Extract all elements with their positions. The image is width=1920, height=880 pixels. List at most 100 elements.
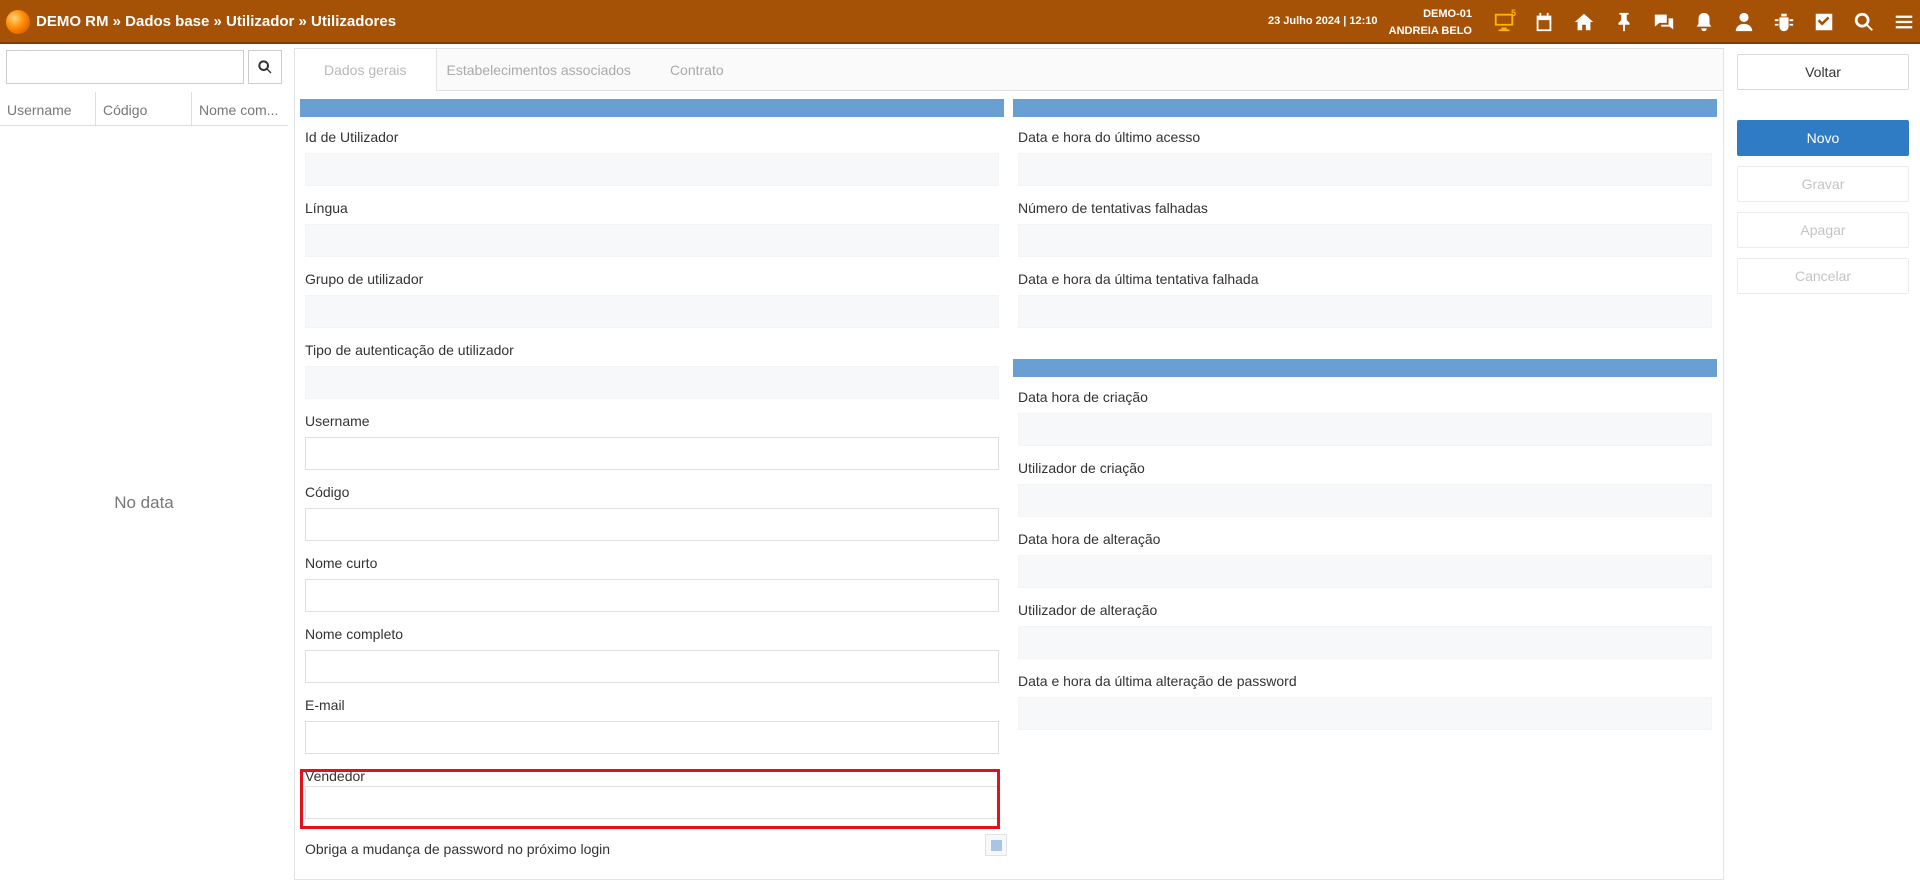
tab-estabelecimentos-associados[interactable]: Estabelecimentos associados <box>437 49 641 91</box>
toolbar-icons: 5 <box>1484 0 1920 44</box>
column-header-nome-completo[interactable]: Nome com... <box>192 92 288 126</box>
list-panel: Username Código Nome com... No data <box>0 48 290 880</box>
field-data-criacao: Data hora de criação <box>1013 377 1717 448</box>
section-header-bar <box>1013 359 1717 377</box>
field-vendedor: Vendedor <box>300 756 1004 827</box>
date-time: 23 Julho 2024 | 12:10 <box>1268 15 1378 27</box>
field-label: Data hora de alteração <box>1018 531 1161 547</box>
last-failed-attempt-field <box>1018 295 1712 328</box>
list-column-headers: Username Código Nome com... <box>0 92 288 126</box>
user-name: ANDREIA BELO <box>1388 25 1472 37</box>
created-at-field <box>1018 413 1712 446</box>
force-password-change-checkbox[interactable] <box>985 834 1007 856</box>
back-button[interactable]: Voltar <box>1737 54 1909 90</box>
section-header-bar <box>300 99 1004 117</box>
calendar-icon[interactable] <box>1524 0 1564 44</box>
field-tipo-autenticacao: Tipo de autenticação de utilizador <box>300 330 1004 401</box>
auth-type-field <box>305 366 999 399</box>
field-ultimo-acesso: Data e hora do último acesso <box>1013 117 1717 188</box>
force-password-change-label: Obriga a mudança de password no próximo … <box>305 841 611 857</box>
field-tentativas-falhadas: Número de tentativas falhadas <box>1013 188 1717 259</box>
section-header-bar <box>1013 99 1717 117</box>
pin-icon[interactable] <box>1604 0 1644 44</box>
field-nome-completo: Nome completo <box>300 614 1004 685</box>
new-button[interactable]: Novo <box>1737 120 1909 156</box>
updated-by-field <box>1018 626 1712 659</box>
form-tabs: Dados gerais Estabelecimentos associados… <box>295 49 1723 91</box>
language-field <box>305 224 999 257</box>
search-icon <box>258 60 272 74</box>
app-logo-icon[interactable] <box>6 10 30 34</box>
field-label: Código <box>305 484 350 500</box>
save-button[interactable]: Gravar <box>1737 166 1909 202</box>
field-data-alteracao: Data hora de alteração <box>1013 519 1717 590</box>
breadcrumb: DEMO RM » Dados base » Utilizador » Util… <box>36 13 397 30</box>
field-grupo-utilizador: Grupo de utilizador <box>300 259 1004 330</box>
field-label: Utilizador de criação <box>1018 460 1145 476</box>
check-square-icon[interactable] <box>1804 0 1844 44</box>
field-utilizador-alteracao: Utilizador de alteração <box>1013 590 1717 661</box>
user-id-field <box>305 153 999 186</box>
tab-dados-gerais[interactable]: Dados gerais <box>295 49 437 91</box>
field-label: Tipo de autenticação de utilizador <box>305 342 514 358</box>
list-search-input[interactable] <box>6 50 244 84</box>
field-label: Data hora de criação <box>1018 389 1148 405</box>
field-label: Data e hora do último acesso <box>1018 129 1201 145</box>
audit-fields-column: Data e hora do último acesso Número de t… <box>1013 99 1717 732</box>
general-fields-column: Id de Utilizador Língua Grupo de utiliza… <box>300 99 1004 827</box>
bell-icon[interactable] <box>1684 0 1724 44</box>
created-by-field <box>1018 484 1712 517</box>
username-input[interactable] <box>305 437 999 470</box>
column-header-username[interactable]: Username <box>0 92 96 126</box>
tab-contrato[interactable]: Contrato <box>641 49 753 91</box>
list-search-button[interactable] <box>248 50 282 84</box>
field-label: Data e hora da última alteração de passw… <box>1018 673 1297 689</box>
field-label: Data e hora da última tentativa falhada <box>1018 271 1259 287</box>
chat-icon[interactable] <box>1644 0 1684 44</box>
monitor-badge: 5 <box>1511 8 1517 18</box>
monitor-icon[interactable]: 5 <box>1484 0 1524 44</box>
action-panel: Voltar Novo Gravar Apagar Cancelar <box>1737 54 1909 294</box>
menu-icon[interactable] <box>1884 0 1920 44</box>
column-header-codigo[interactable]: Código <box>96 92 192 126</box>
salesperson-input[interactable] <box>305 786 999 819</box>
full-name-input[interactable] <box>305 650 999 683</box>
field-label: Username <box>305 413 370 429</box>
field-label: Língua <box>305 200 348 216</box>
field-ultima-tentativa-falhada: Data e hora da última tentativa falhada <box>1013 259 1717 330</box>
field-label: Grupo de utilizador <box>305 271 424 287</box>
short-name-input[interactable] <box>305 579 999 612</box>
delete-button[interactable]: Apagar <box>1737 212 1909 248</box>
field-username: Username <box>300 401 1004 472</box>
force-password-change-row: Obriga a mudança de password no próximo … <box>305 834 1007 863</box>
updated-at-field <box>1018 555 1712 588</box>
field-codigo: Código <box>300 472 1004 543</box>
search-icon[interactable] <box>1844 0 1884 44</box>
user-icon[interactable] <box>1724 0 1764 44</box>
field-lingua: Língua <box>300 188 1004 259</box>
field-label: Vendedor <box>305 768 365 784</box>
field-label: Nome curto <box>305 555 378 571</box>
field-utilizador-criacao: Utilizador de criação <box>1013 448 1717 519</box>
user-info[interactable]: DEMO-01 ANDREIA BELO <box>1380 6 1472 40</box>
email-input[interactable] <box>305 721 999 754</box>
field-email: E-mail <box>300 685 1004 756</box>
field-alteracao-password: Data e hora da última alteração de passw… <box>1013 661 1717 732</box>
field-label: Utilizador de alteração <box>1018 602 1158 618</box>
bug-icon[interactable] <box>1764 0 1804 44</box>
field-id-utilizador: Id de Utilizador <box>300 117 1004 188</box>
cancel-button[interactable]: Cancelar <box>1737 258 1909 294</box>
field-label: Número de tentativas falhadas <box>1018 200 1208 216</box>
password-changed-at-field <box>1018 697 1712 730</box>
field-label: Id de Utilizador <box>305 129 399 145</box>
last-access-field <box>1018 153 1712 186</box>
top-bar: DEMO RM » Dados base » Utilizador » Util… <box>0 0 1920 44</box>
home-icon[interactable] <box>1564 0 1604 44</box>
user-form: Dados gerais Estabelecimentos associados… <box>294 48 1724 880</box>
field-label: Nome completo <box>305 626 404 642</box>
user-group-field <box>305 295 999 328</box>
empty-list-message: No data <box>114 493 174 512</box>
code-input[interactable] <box>305 508 999 541</box>
failed-attempts-field <box>1018 224 1712 257</box>
field-label: E-mail <box>305 697 345 713</box>
